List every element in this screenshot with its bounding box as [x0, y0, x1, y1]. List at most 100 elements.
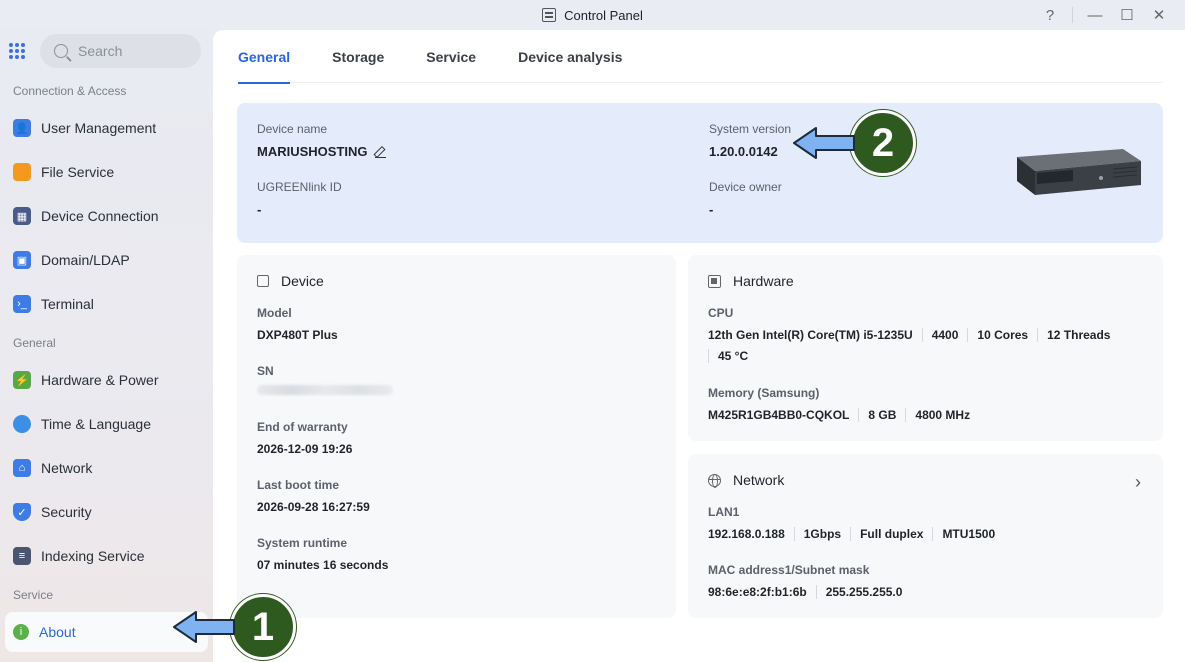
sidebar-item-security[interactable]: ✓ Security [5, 492, 208, 532]
callout-1: 1 [172, 594, 296, 660]
model-value: DXP480T Plus [257, 328, 338, 342]
hardware-card-title-text: Hardware [733, 273, 794, 289]
lan-speed: 1Gbps [793, 527, 850, 541]
lan-ip: 192.168.0.188 [708, 527, 785, 541]
indexing-icon: ≡ [13, 547, 31, 565]
cpu-frequency: 4400 [921, 328, 968, 342]
cpu-temperature: 45 °C [708, 349, 757, 363]
window-title-text: Control Panel [564, 7, 643, 23]
search-icon [54, 44, 68, 58]
memory-label: Memory (Samsung) [708, 386, 820, 400]
sn-label: SN [257, 364, 274, 378]
sidebar-item-indexing-service[interactable]: ≡ Indexing Service [5, 536, 208, 576]
sidebar-item-label: About [39, 624, 76, 640]
network-card[interactable]: Network › LAN1 192.168.0.188 1Gbps Full … [688, 454, 1163, 618]
memory-part-number: M425R1GB4BB0-CQKOL [708, 408, 850, 422]
lan-label: LAN1 [708, 505, 740, 519]
memory-speed: 4800 MHz [905, 408, 979, 422]
sn-value-redacted [257, 385, 393, 395]
device-card: Device Model DXP480T Plus SN End of warr… [237, 255, 676, 618]
minimize-button[interactable]: — [1079, 0, 1111, 30]
tab-device-analysis[interactable]: Device analysis [518, 30, 622, 83]
control-panel-icon [542, 8, 557, 22]
device-card-title: Device [257, 273, 324, 289]
close-button[interactable]: ✕ [1143, 0, 1175, 30]
sidebar-item-device-connection[interactable]: ▦ Device Connection [5, 196, 208, 236]
ugreenlink-id-label: UGREENlink ID [257, 180, 342, 194]
network-card-title-text: Network [733, 472, 785, 488]
tab-service[interactable]: Service [426, 30, 476, 83]
user-management-icon: 👤 [13, 119, 31, 137]
ugreenlink-id-value: - [257, 202, 262, 217]
tab-storage[interactable]: Storage [332, 30, 384, 83]
domain-icon: ▣ [13, 251, 31, 269]
runtime-value: 07 minutes 16 seconds [257, 558, 389, 572]
sidebar-item-label: Time & Language [41, 416, 151, 432]
cpu-model: 12th Gen Intel(R) Core(TM) i5-1235U [708, 328, 913, 342]
hardware-card: Hardware CPU 12th Gen Intel(R) Core(TM) … [688, 255, 1163, 441]
sidebar-item-label: Hardware & Power [41, 372, 159, 388]
system-version-value: 1.20.0.0142 [709, 144, 778, 159]
sidebar-item-label: Device Connection [41, 208, 159, 224]
lan-mtu: MTU1500 [932, 527, 1004, 541]
cpu-threads: 12 Threads [1037, 328, 1119, 342]
device-overview-card: Device name MARIUSHOSTING UGREENlink ID … [237, 103, 1163, 243]
terminal-icon: ›_ [13, 295, 31, 313]
cpu-value: 12th Gen Intel(R) Core(TM) i5-1235U 4400… [708, 328, 1128, 363]
help-button[interactable]: ? [1034, 0, 1066, 30]
chevron-right-icon[interactable]: › [1135, 472, 1141, 493]
sidebar-item-time-language[interactable]: Time & Language [5, 404, 208, 444]
sidebar-item-file-service[interactable]: File Service [5, 152, 208, 192]
sidebar: Connection & Access 👤 User Management Fi… [0, 30, 213, 662]
maximize-button[interactable]: ☐ [1111, 0, 1143, 30]
search-input[interactable] [78, 43, 178, 59]
edit-pencil-icon[interactable] [374, 146, 386, 158]
warranty-label: End of warranty [257, 420, 348, 434]
time-language-icon [13, 415, 31, 433]
window-controls: ? — ☐ ✕ [1034, 0, 1175, 30]
folder-icon [13, 163, 31, 181]
callout-arrow-left-icon [173, 611, 235, 643]
device-icon [257, 275, 269, 287]
sidebar-top [8, 34, 201, 68]
callout-arrow-left-icon [793, 127, 855, 159]
section-general: General [13, 336, 56, 350]
tab-general[interactable]: General [238, 30, 291, 84]
sidebar-item-network[interactable]: ⌂ Network [5, 448, 208, 488]
mac-label: MAC address1/Subnet mask [708, 563, 870, 577]
shield-icon: ✓ [13, 503, 31, 521]
section-connection-access: Connection & Access [13, 84, 127, 98]
info-icon: i [13, 624, 29, 640]
chip-icon [708, 274, 721, 288]
hardware-card-title: Hardware [708, 273, 794, 289]
sidebar-item-terminal[interactable]: ›_ Terminal [5, 284, 208, 324]
memory-value: M425R1GB4BB0-CQKOL 8 GB 4800 MHz [708, 408, 979, 422]
sidebar-item-label: Domain/LDAP [41, 252, 130, 268]
model-label: Model [257, 306, 292, 320]
search-box[interactable] [40, 34, 201, 68]
lan-value: 192.168.0.188 1Gbps Full duplex MTU1500 [708, 527, 1004, 541]
network-card-title: Network [708, 472, 784, 488]
device-card-title-text: Device [281, 273, 324, 289]
device-connection-icon: ▦ [13, 207, 31, 225]
network-icon: ⌂ [13, 459, 31, 477]
device-name-label: Device name [257, 122, 328, 136]
lan-duplex: Full duplex [850, 527, 932, 541]
sidebar-item-hardware-power[interactable]: ⚡ Hardware & Power [5, 360, 208, 400]
device-owner-label: Device owner [709, 180, 782, 194]
sidebar-item-label: Network [41, 460, 93, 476]
system-version-label: System version [709, 122, 792, 136]
sidebar-item-domain-ldap[interactable]: ▣ Domain/LDAP [5, 240, 208, 280]
main-panel: General Storage Service Device analysis … [213, 30, 1185, 662]
apps-grid-icon[interactable] [8, 42, 26, 60]
sidebar-item-user-management[interactable]: 👤 User Management [5, 108, 208, 148]
sidebar-item-label: Indexing Service [41, 548, 145, 564]
tab-bar: General Storage Service Device analysis [238, 30, 1163, 84]
sidebar-item-label: Security [41, 504, 92, 520]
nas-device-image [1017, 149, 1141, 195]
window-title: Control Panel [542, 8, 643, 23]
mac-value: 98:6e:e8:2f:b1:6b 255.255.255.0 [708, 585, 911, 599]
subnet-mask: 255.255.255.0 [815, 585, 912, 599]
cpu-cores: 10 Cores [967, 328, 1037, 342]
mac-address: 98:6e:e8:2f:b1:6b [708, 585, 807, 599]
